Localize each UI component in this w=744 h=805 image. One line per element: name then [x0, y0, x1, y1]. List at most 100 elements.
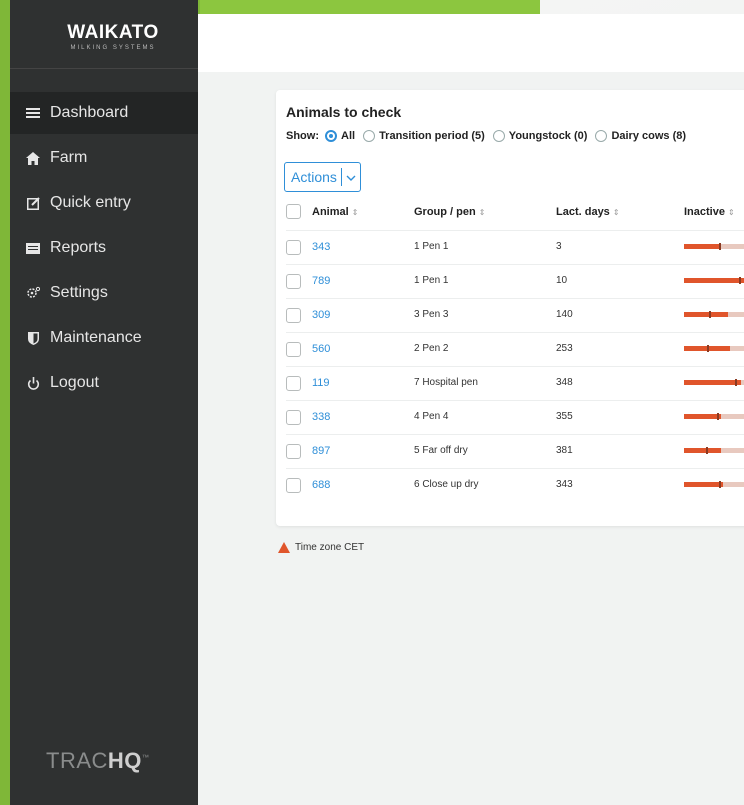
sidebar-item-label: Settings — [50, 284, 108, 301]
sort-icon: ⇕ — [478, 208, 486, 217]
inactive-bar — [684, 345, 744, 352]
logo-main-text: WAIKATO — [67, 22, 159, 43]
warning-icon — [278, 542, 290, 553]
animal-link[interactable]: 789 — [312, 275, 330, 287]
animal-link[interactable]: 309 — [312, 309, 330, 321]
column-header-animal[interactable]: Animal ⇕ — [312, 206, 358, 218]
inactive-bar-marker — [719, 243, 721, 250]
animal-link[interactable]: 338 — [312, 411, 330, 423]
lact-days-cell: 343 — [556, 479, 573, 490]
select-all-checkbox[interactable] — [286, 204, 301, 219]
sidebar-item-reports[interactable]: Reports — [10, 227, 198, 269]
row-checkbox[interactable] — [286, 274, 301, 289]
row-checkbox[interactable] — [286, 308, 301, 323]
sidebar-item-label: Dashboard — [50, 104, 129, 121]
edit-icon — [26, 196, 40, 210]
radio-dairy-cows[interactable] — [595, 130, 608, 142]
filter-all[interactable]: All — [325, 130, 355, 142]
sidebar-item-label: Reports — [50, 239, 107, 256]
row-checkbox[interactable] — [286, 376, 301, 391]
waikato-logo: WAIKATO MILKING SYSTEMS — [58, 22, 168, 51]
filter-dairy-cows[interactable]: Dairy cows (8) — [595, 130, 686, 142]
column-header-inactive[interactable]: Inactive ⇕ — [684, 206, 735, 218]
power-icon — [26, 376, 40, 390]
logo-sub-text: MILKING SYSTEMS — [70, 45, 156, 51]
inactive-bar-marker — [709, 311, 711, 318]
table-row: 789 1 Pen 1 10 — [286, 264, 744, 299]
trachq-logo: TRACHQ™ — [46, 748, 149, 774]
animal-link[interactable]: 688 — [312, 479, 330, 491]
actions-dropdown-button[interactable]: Actions — [284, 162, 361, 192]
animal-link[interactable]: 119 — [312, 377, 330, 389]
column-header-lact-days[interactable]: Lact. days ⇕ — [556, 206, 620, 218]
table-row: 688 6 Close up dry 343 — [286, 468, 744, 503]
row-checkbox[interactable] — [286, 444, 301, 459]
inactive-bar-marker — [739, 277, 741, 284]
table-row: 343 1 Pen 1 3 — [286, 230, 744, 265]
animal-link[interactable]: 343 — [312, 241, 330, 253]
sidebar-item-maintenance[interactable]: Maintenance — [10, 317, 198, 359]
lact-days-cell: 253 — [556, 343, 573, 354]
actions-separator — [340, 168, 342, 186]
filter-youngstock[interactable]: Youngstock (0) — [492, 130, 587, 142]
lact-days-cell: 381 — [556, 445, 573, 456]
sidebar-item-logout[interactable]: Logout — [10, 362, 198, 404]
group-cell: 1 Pen 1 — [414, 275, 449, 286]
animal-link[interactable]: 560 — [312, 343, 330, 355]
gear-icon — [26, 286, 40, 300]
inactive-bar-marker — [717, 413, 719, 420]
inactive-bar-marker — [706, 447, 708, 454]
column-lact-label: Lact. days — [556, 206, 610, 218]
sidebar: WAIKATO MILKING SYSTEMS Dashboard Farm Q… — [10, 0, 198, 805]
row-checkbox[interactable] — [286, 410, 301, 425]
filter-dairy-label: Dairy cows (8) — [611, 130, 687, 142]
radio-transition-period[interactable] — [363, 130, 376, 142]
timezone-notice: Time zone CET — [278, 542, 364, 553]
radio-youngstock[interactable] — [492, 130, 505, 142]
row-checkbox[interactable] — [286, 342, 301, 357]
inactive-bar-marker — [735, 379, 737, 386]
table-row: 897 5 Far off dry 381 — [286, 434, 744, 469]
lact-days-cell: 10 — [556, 275, 568, 286]
column-header-group[interactable]: Group / pen ⇕ — [414, 206, 485, 218]
sidebar-item-label: Quick entry — [50, 194, 131, 211]
sort-icon: ⇕ — [727, 208, 735, 217]
sidebar-item-quick-entry[interactable]: Quick entry — [10, 182, 198, 224]
group-cell: 4 Pen 4 — [414, 411, 449, 422]
row-checkbox[interactable] — [286, 240, 301, 255]
inactive-bar — [684, 481, 744, 488]
table-row: 560 2 Pen 2 253 — [286, 332, 744, 367]
inactive-bar-fill — [684, 244, 721, 249]
inactive-bar-fill — [684, 278, 744, 283]
sidebar-item-label: Logout — [50, 374, 99, 391]
table-row: 119 7 Hospital pen 348 — [286, 366, 744, 401]
table-row: 338 4 Pen 4 355 — [286, 400, 744, 435]
column-group-label: Group / pen — [414, 206, 476, 218]
sort-icon: ⇕ — [351, 208, 359, 217]
timezone-text: Time zone CET — [295, 542, 365, 553]
sidebar-item-label: Farm — [50, 149, 88, 166]
filter-transition-period[interactable]: Transition period (5) — [363, 130, 485, 142]
column-inactive-label: Inactive — [684, 206, 725, 218]
sidebar-item-dashboard[interactable]: Dashboard — [10, 92, 198, 134]
sidebar-divider — [10, 68, 198, 69]
lact-days-cell: 348 — [556, 377, 573, 388]
sidebar-item-label: Maintenance — [50, 329, 142, 346]
radio-all[interactable] — [325, 130, 337, 142]
lact-days-cell: 3 — [556, 241, 562, 252]
group-cell: 3 Pen 3 — [414, 309, 449, 320]
actions-label: Actions — [291, 169, 337, 185]
filter-all-label: All — [341, 130, 356, 142]
filter-row: Show: All Transition period (5) Youngsto… — [286, 130, 694, 142]
shield-icon — [26, 331, 40, 345]
main-content: Animals to check Show: All Transition pe… — [198, 72, 744, 805]
sidebar-item-settings[interactable]: Settings — [10, 272, 198, 314]
inactive-bar — [684, 311, 744, 318]
lact-days-cell: 355 — [556, 411, 573, 422]
sidebar-item-farm[interactable]: Farm — [10, 137, 198, 179]
trachq-light-text: TRAC — [46, 748, 108, 773]
animal-link[interactable]: 897 — [312, 445, 330, 457]
row-checkbox[interactable] — [286, 478, 301, 493]
animals-to-check-panel: Animals to check Show: All Transition pe… — [276, 90, 744, 526]
inactive-bar-fill — [684, 312, 728, 317]
